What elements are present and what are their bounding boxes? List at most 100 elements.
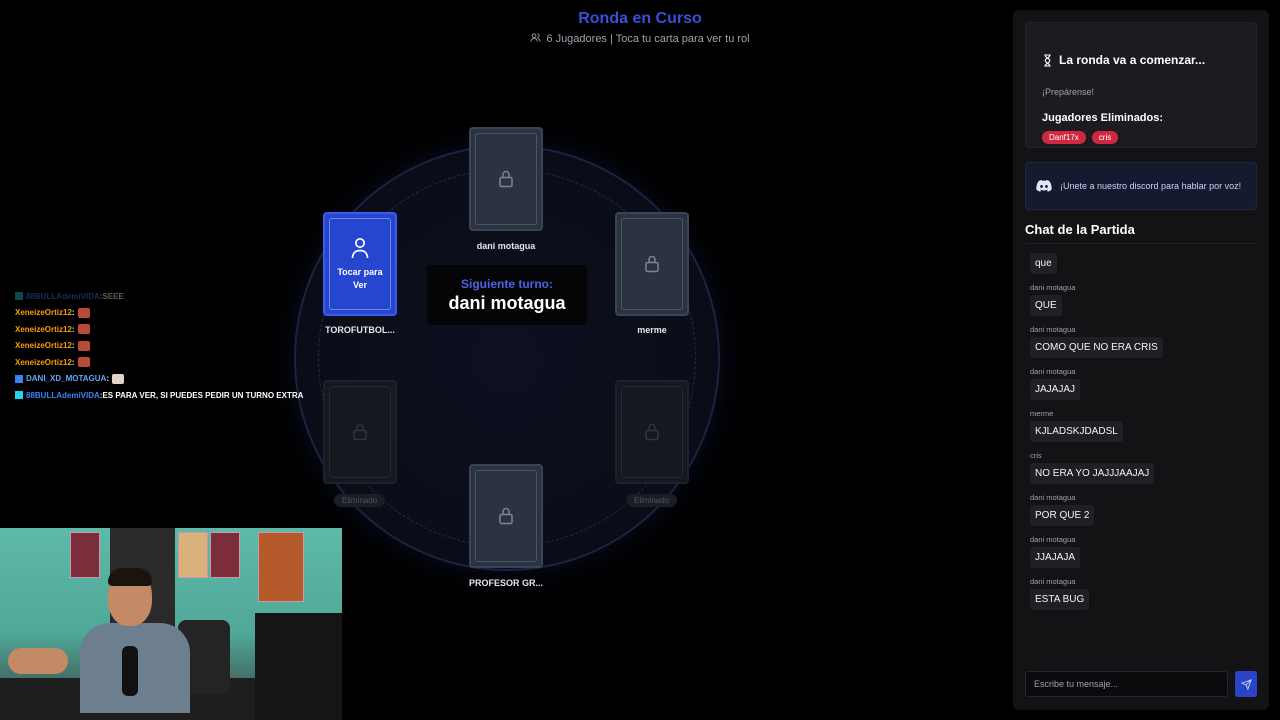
chat-message-user: dani motagua	[1030, 493, 1076, 502]
emote-icon	[77, 357, 90, 368]
eliminated-player-tag: Danf17x	[1042, 131, 1086, 144]
lock-icon	[645, 423, 659, 441]
lock-icon	[499, 507, 513, 525]
chat-title: Chat de la Partida	[1025, 222, 1257, 244]
player-card-locked[interactable]	[469, 464, 543, 568]
next-turn-player: dani motagua	[448, 293, 566, 313]
chat-message-text: que	[1030, 253, 1057, 274]
player-name: dani motagua	[476, 241, 536, 251]
discord-invite-banner[interactable]: ¡Unete a nuestro discord para hablar por…	[1025, 162, 1257, 210]
player-card-eliminated	[615, 380, 689, 484]
stream-chat-line: DANI_XD_MOTAGUA :	[15, 371, 335, 388]
game-header: Ronda en Curso 6 Jugadores | Toca tu car…	[380, 10, 900, 46]
chat-message-user: dani motagua	[1030, 325, 1076, 334]
chat-message-user: cris	[1030, 451, 1042, 460]
send-icon	[1240, 678, 1252, 690]
webcam-poster	[210, 532, 240, 578]
card-face	[475, 470, 537, 562]
game-subtitle: 6 Jugadores | Toca tu carta para ver tu …	[380, 32, 900, 46]
chat-message-text: NO ERA YO JAJJJAAJAJ	[1030, 463, 1155, 484]
side-panel: La ronda va a comenzar... ¡Prepárense! J…	[1013, 10, 1269, 710]
chat-message: dani motagua QUE	[1025, 283, 1257, 316]
round-status-subtitle: ¡Prepárense!	[1042, 87, 1095, 97]
chat-message-input[interactable]	[1025, 671, 1228, 697]
card-face	[329, 386, 391, 478]
stream-chat-sep: :	[106, 374, 109, 384]
chat-message: que	[1025, 253, 1257, 274]
badge-icon	[15, 292, 23, 301]
chat-message: dani motagua JAJAJAJ	[1025, 367, 1257, 400]
next-turn-panel: Siguiente turno: dani motagua	[427, 265, 587, 325]
chat-message-text: KJLADSKJDADSL	[1030, 421, 1123, 442]
eliminated-badge: Eliminado	[334, 494, 386, 507]
stream-chat-user: DANI_XD_MOTAGUA	[26, 374, 107, 384]
round-status-card: La ronda va a comenzar... ¡Prepárense! J…	[1025, 22, 1257, 148]
badge-icon	[15, 391, 23, 400]
stream-chat-user: XeneizeOrtiz12	[15, 308, 72, 318]
card-face	[621, 218, 683, 310]
webcam-poster	[178, 532, 208, 578]
lock-icon	[645, 255, 659, 273]
chat-message-text: JAJAJAJ	[1030, 379, 1081, 400]
stream-chat-line: XeneizeOrtiz12 :	[15, 321, 335, 338]
chat-message: dani motagua JJAJAJA	[1025, 535, 1257, 568]
stream-chat-message: SEEE	[102, 291, 124, 301]
eliminated-player-tag: cris	[1091, 131, 1119, 144]
lock-icon	[353, 423, 367, 441]
chat-message-user: dani motagua	[1030, 577, 1076, 586]
player-name: PROFESOR GR...	[468, 578, 543, 588]
discord-invite-text: ¡Unete a nuestro discord para hablar por…	[1060, 180, 1242, 191]
stream-chat-sep: :	[71, 357, 75, 367]
stream-chat-user: 88BULLAdemiVIDA	[26, 390, 100, 400]
badge-icon	[15, 374, 23, 383]
webcam-poster	[258, 532, 304, 602]
card-face	[621, 386, 683, 478]
user-icon	[351, 238, 369, 259]
tap-to-view-label: Tocar para Ver	[337, 267, 383, 290]
stream-chat-sep: :	[71, 308, 75, 318]
player-card-locked[interactable]	[615, 212, 689, 316]
card-face	[475, 133, 537, 225]
stream-chat-line: XeneizeOrtiz12 :	[15, 338, 335, 355]
chat-message-text: POR QUE 2	[1030, 505, 1095, 526]
chat-message-list[interactable]: que dani motagua QUE dani motagua COMO Q…	[1025, 253, 1257, 663]
discord-icon	[1036, 180, 1052, 192]
hourglass-icon	[1044, 53, 1051, 67]
eliminated-players-list: Danf17x cris	[1042, 131, 1119, 144]
stream-chat-message: ES PARA VER, SI PUEDES PEDIR UN TURNO EX…	[102, 390, 304, 400]
player-card-locked[interactable]	[469, 127, 543, 231]
users-icon	[530, 32, 541, 46]
page-title: Ronda en Curso	[578, 10, 702, 27]
emote-icon	[77, 324, 90, 335]
send-button[interactable]	[1235, 671, 1257, 697]
chat-message-text: COMO QUE NO ERA CRIS	[1030, 337, 1163, 358]
chat-message: dani motagua COMO QUE NO ERA CRIS	[1025, 325, 1257, 358]
stream-chat-user: XeneizeOrtiz12	[15, 341, 72, 351]
webcam-overlay	[0, 528, 342, 720]
chat-message-user: merme	[1030, 409, 1054, 418]
stream-chat-line: 88BULLAdemiVIDA : SEEE	[15, 288, 335, 305]
chat-message-text: ESTA BUG	[1030, 589, 1090, 610]
chat-message: cris NO ERA YO JAJJJAAJAJ	[1025, 451, 1257, 484]
round-status-title-text: La ronda va a comenzar...	[1059, 53, 1206, 67]
emote-icon	[77, 307, 90, 318]
webcam-microphone	[122, 646, 138, 696]
stream-chat-line: XeneizeOrtiz12 :	[15, 354, 335, 371]
emote-icon	[111, 373, 124, 384]
lock-icon	[499, 170, 513, 188]
chat-message-user: dani motagua	[1030, 367, 1076, 376]
webcam-poster	[70, 532, 100, 578]
player-name: merme	[637, 325, 667, 335]
stream-chat-user: XeneizeOrtiz12	[15, 357, 72, 367]
round-status-title: La ronda va a comenzar...	[1042, 53, 1205, 67]
chat-message: merme KJLADSKJDADSL	[1025, 409, 1257, 442]
card-face: Tocar para Ver	[329, 218, 391, 310]
chat-message-user: dani motagua	[1030, 535, 1076, 544]
webcam-monitor	[255, 613, 342, 720]
chat-message-text: QUE	[1030, 295, 1062, 316]
emote-icon	[77, 340, 90, 351]
stream-chat-user: XeneizeOrtiz12	[15, 324, 72, 334]
chat-message: dani motagua POR QUE 2	[1025, 493, 1257, 526]
webcam-person-arm	[8, 648, 68, 674]
stream-chat-sep: :	[71, 324, 75, 334]
